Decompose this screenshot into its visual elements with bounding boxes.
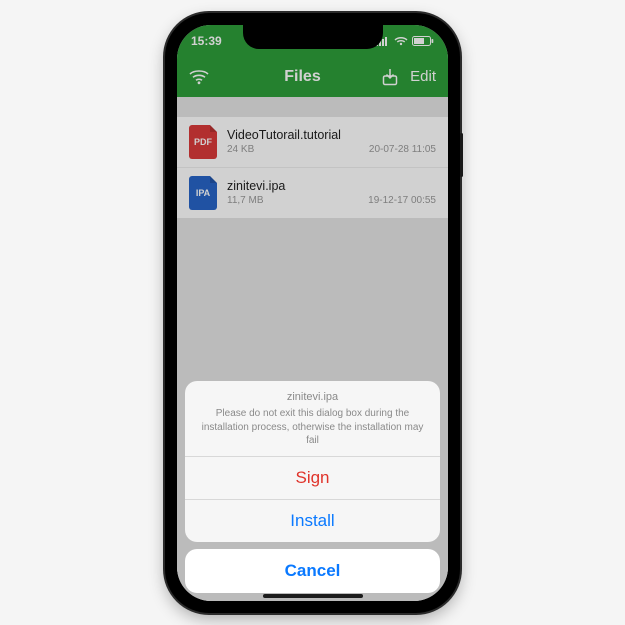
sign-button[interactable]: Sign bbox=[185, 456, 440, 499]
action-sheet-title: zinitevi.ipa bbox=[201, 391, 424, 403]
notch bbox=[243, 25, 383, 49]
home-indicator[interactable] bbox=[263, 594, 363, 598]
phone-frame: 15:39 Files bbox=[165, 13, 460, 613]
action-sheet-header: zinitevi.ipa Please do not exit this dia… bbox=[185, 381, 440, 456]
action-sheet-message: Please do not exit this dialog box durin… bbox=[201, 407, 424, 448]
screen: 15:39 Files bbox=[177, 25, 448, 601]
action-sheet: zinitevi.ipa Please do not exit this dia… bbox=[185, 381, 440, 593]
action-sheet-main: zinitevi.ipa Please do not exit this dia… bbox=[185, 381, 440, 542]
install-button[interactable]: Install bbox=[185, 499, 440, 542]
cancel-button[interactable]: Cancel bbox=[185, 549, 440, 593]
